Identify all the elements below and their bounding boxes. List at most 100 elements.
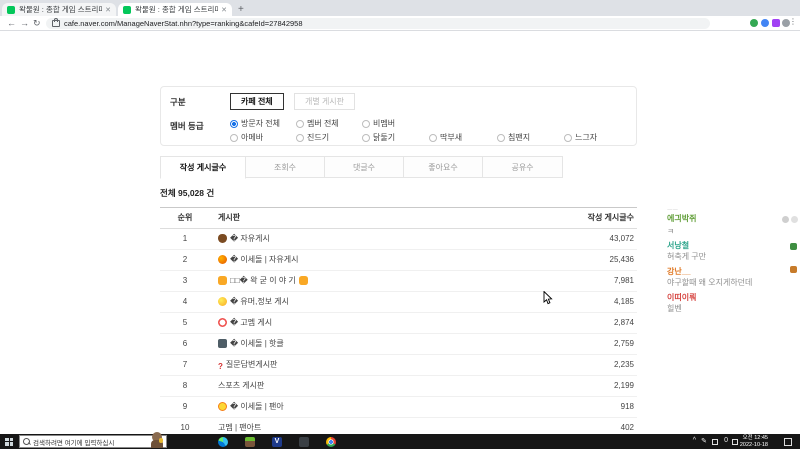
table-row: 2 � 이세돌 | 자유게시 25,436 xyxy=(160,250,637,271)
rank-cell: 9 xyxy=(182,402,188,411)
rank-cell: 4 xyxy=(182,297,188,306)
board-name[interactable]: 질문답변게시판 xyxy=(226,360,278,369)
clock-date: 2022-10-18 xyxy=(739,441,768,448)
board-cell: � 이세돌 | 팬아 xyxy=(218,397,542,417)
category-all-button[interactable]: 카페 전체 xyxy=(230,93,284,110)
board-name[interactable]: □□� 왁 굳 이 야 기 xyxy=(230,276,296,285)
chrome-app-icon[interactable] xyxy=(326,436,336,447)
board-icon xyxy=(218,338,227,348)
board-icon xyxy=(218,254,227,264)
search-highlight-mascot[interactable] xyxy=(150,432,164,448)
tab-post-count[interactable]: 작성 게시글수 xyxy=(160,156,246,179)
radio-visitors-all[interactable]: 방문자 전체 xyxy=(230,118,280,129)
naver-cafe-favicon xyxy=(7,5,15,14)
tab-comment-count[interactable]: 댓글수 xyxy=(324,156,404,178)
chat-badge-icon xyxy=(790,266,797,273)
close-tab-icon[interactable]: ✕ xyxy=(221,6,227,14)
reload-icon[interactable]: ↻ xyxy=(33,17,41,30)
board-name[interactable]: � 유머,정보 게시 xyxy=(230,297,289,306)
browser-menu-icon[interactable]: ⋮ xyxy=(789,17,797,26)
game-app-icon[interactable] xyxy=(245,436,255,447)
board-cell: � 이세돌 | 핫클 xyxy=(218,334,542,354)
board-icon xyxy=(218,275,227,285)
close-tab-icon[interactable]: ✕ xyxy=(105,6,111,14)
new-tab-button[interactable]: + xyxy=(238,4,244,15)
board-cell: 질문답변게시판 xyxy=(218,355,542,377)
board-name[interactable]: � 이세돌 | 핫클 xyxy=(230,339,284,348)
browser-tab-1[interactable]: 왁물원 : 종합 게임 스트리머 ✕ xyxy=(2,3,116,16)
radio-grade-3[interactable]: 닭둘기 xyxy=(362,132,395,143)
radio-grade-6[interactable]: 느그자 xyxy=(564,132,597,143)
tray-expand-icon[interactable]: ^ xyxy=(693,437,696,444)
radio-icon xyxy=(497,133,505,142)
rank-cell: 8 xyxy=(182,381,188,390)
chat-message: 야구할때 왜 오지게하던데 xyxy=(667,278,753,287)
board-name[interactable]: 고멤 | 팬아트 xyxy=(218,423,261,432)
tray-keyboard-icon[interactable] xyxy=(732,438,738,445)
board-header: 게시판 xyxy=(218,213,241,222)
board-icon xyxy=(218,317,227,327)
board-icon xyxy=(218,401,227,411)
tab-share-count[interactable]: 공유수 xyxy=(482,156,563,178)
naver-cafe-favicon xyxy=(123,5,131,14)
count-cell: 2,235 xyxy=(613,360,634,369)
notification-center-icon[interactable] xyxy=(784,437,792,446)
radio-icon xyxy=(564,133,572,142)
v-app-icon[interactable]: V xyxy=(272,436,282,447)
table-row: 4 � 유머,정보 게시 4,185 xyxy=(160,292,637,313)
radio-members-all[interactable]: 멤버 전체 xyxy=(296,118,339,129)
dark-app-icon[interactable] xyxy=(299,436,309,447)
board-name[interactable]: � 이세돌 | 자유게시 xyxy=(230,255,298,264)
rank-cell: 2 xyxy=(182,255,188,264)
radio-grade-2[interactable]: 진드기 xyxy=(296,132,329,143)
back-icon[interactable]: ← xyxy=(7,17,16,30)
extension-icon-purple[interactable] xyxy=(772,19,780,27)
count-header: 작성 게시글수 xyxy=(587,213,634,222)
url-bar[interactable]: cafe.naver.com/ManageNaverStat.nhn?type=… xyxy=(46,18,710,29)
radio-grade-5[interactable]: 침팬지 xyxy=(497,132,530,143)
radio-grade-4[interactable]: 딱부새 xyxy=(429,132,462,143)
count-cell: 918 xyxy=(620,402,634,411)
radio-grade-1[interactable]: 아메바 xyxy=(230,132,263,143)
radio-non-member[interactable]: 비멤버 xyxy=(362,118,395,129)
radio-icon xyxy=(296,119,304,128)
radio-selected-icon xyxy=(230,119,238,128)
board-cell: � 이세돌 | 자유게시 xyxy=(218,250,542,270)
start-button[interactable] xyxy=(5,437,13,446)
table-row: 9 � 이세돌 | 팬아 918 xyxy=(160,397,637,418)
chat-emote-icon xyxy=(791,216,798,223)
extension-icon-blue[interactable] xyxy=(761,19,769,27)
chat-username: 강난__ xyxy=(667,267,691,276)
chat-username: 이띠이뤄 xyxy=(667,293,697,302)
board-name[interactable]: 스포츠 게시판 xyxy=(218,381,264,390)
tray-network-icon[interactable] xyxy=(712,438,718,445)
chat-username: 에긔박쥐 xyxy=(667,214,697,223)
radio-label: 느그자 xyxy=(575,133,598,142)
table-row: 5 � 고멤 게시 2,874 xyxy=(160,313,637,334)
total-count: 전체 95,028 건 xyxy=(160,188,215,198)
rank-cell: 7 xyxy=(182,360,188,369)
ranking-table: 순위 게시판 작성 게시글수 1 � 자유게시 43,072 2 � 이세돌 |… xyxy=(160,207,637,449)
chat-badge-icon xyxy=(790,243,797,250)
extension-icon-green[interactable] xyxy=(750,19,758,27)
browser-tab-2[interactable]: 왁물원 : 종합 게임 스트리머 ✕ xyxy=(118,3,232,16)
board-cell: � 유머,정보 게시 xyxy=(218,292,542,312)
tray-pen-icon[interactable]: ✎ xyxy=(701,437,707,445)
windows-taskbar: 검색하려면 여기에 입력하십시 V ^ ✎ 0 오전 12:45 2022-10… xyxy=(0,432,800,449)
board-name[interactable]: � 이세돌 | 팬아 xyxy=(230,402,284,411)
table-row: 8 스포츠 게시판 2,199 xyxy=(160,376,637,397)
taskbar-search[interactable]: 검색하려면 여기에 입력하십시 xyxy=(19,435,167,448)
taskbar-clock[interactable]: 오전 12:45 2022-10-18 xyxy=(740,435,768,448)
board-name[interactable]: � 자유게시 xyxy=(230,234,270,243)
forward-icon[interactable]: → xyxy=(20,17,29,30)
tab-view-count[interactable]: 조회수 xyxy=(245,156,325,178)
table-row: 1 � 자유게시 43,072 xyxy=(160,229,637,250)
search-placeholder: 검색하려면 여기에 입력하십시 xyxy=(33,439,115,447)
edge-app-icon[interactable] xyxy=(218,436,228,447)
tray-volume-icon[interactable]: 0 xyxy=(724,437,728,444)
board-name[interactable]: � 고멤 게시 xyxy=(230,318,272,327)
category-individual-button[interactable]: 개별 게시판 xyxy=(294,93,356,110)
chat-message: ㅋ xyxy=(667,227,675,236)
tab-like-count[interactable]: 좋아요수 xyxy=(403,156,483,178)
radio-label: 멤버 전체 xyxy=(307,119,339,128)
